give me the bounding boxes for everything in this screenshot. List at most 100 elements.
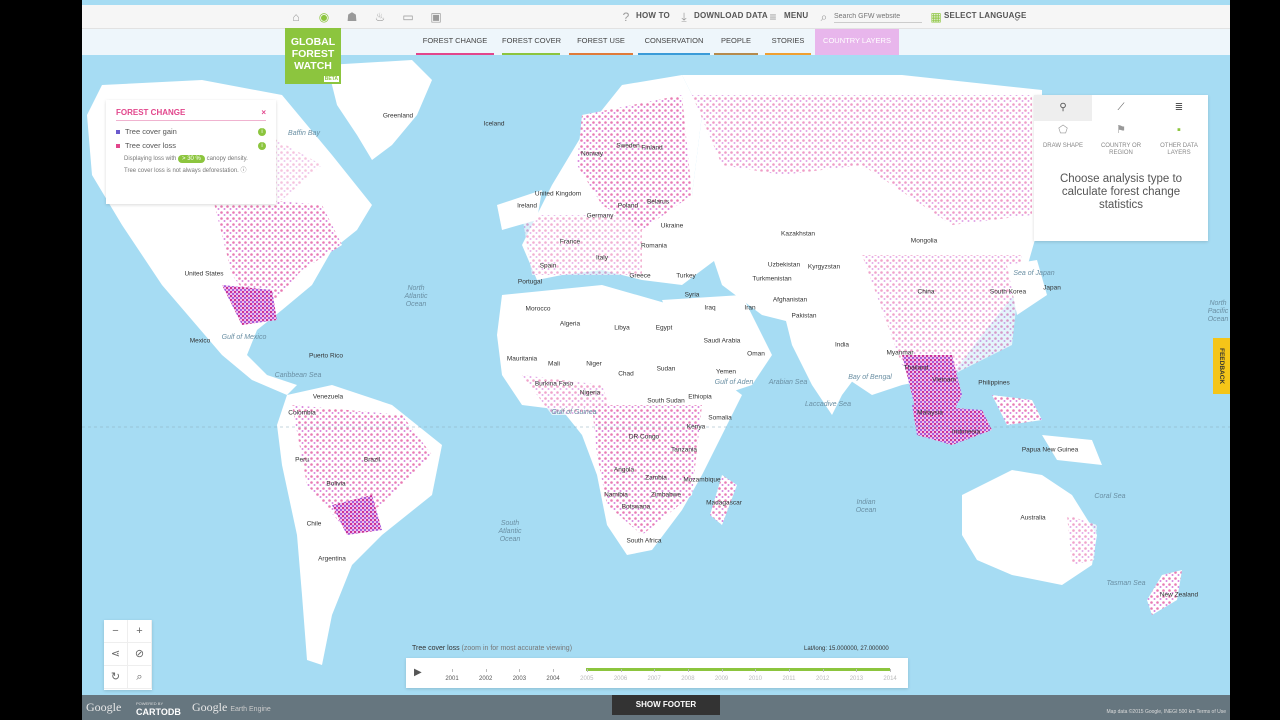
map-label-new-zealand: New Zealand (1159, 591, 1199, 599)
search-input[interactable] (834, 11, 922, 23)
timeline-year-2012[interactable]: 2012 (816, 676, 829, 682)
close-icon[interactable]: × (261, 108, 266, 117)
zoom-out-button[interactable]: − (104, 620, 128, 643)
timeline-tick (452, 669, 453, 672)
analysis-panel: ⚲ ⟋ ≣ ⬠ DRAW SHAPE ⚑ COUNTRY OR REGION ▪ OT… (1034, 95, 1208, 241)
chart-tab-icon[interactable]: ⟋ (1092, 95, 1150, 121)
feedback-tab[interactable]: FEEDBACK (1213, 338, 1230, 394)
timeline-year-2013[interactable]: 2013 (850, 676, 863, 682)
map-label-mongolia: Mongolia (910, 237, 938, 245)
tab-forest-cover[interactable]: FOREST COVER (502, 29, 561, 55)
timeline-tick (822, 669, 824, 672)
picture-icon[interactable]: ▣ (429, 10, 443, 24)
draw-shape-option[interactable]: ⬠ DRAW SHAPE (1034, 125, 1092, 157)
map-label-brazil: Brazil (363, 456, 381, 464)
map-label-colombia: Colombia (288, 409, 316, 417)
tab-forest-use[interactable]: FOREST USE (569, 29, 633, 55)
analysis-tab-icon[interactable]: ⚲ (1034, 95, 1092, 121)
loss-swatch (116, 143, 120, 148)
timeline-year-2006[interactable]: 2006 (614, 676, 627, 682)
map-label-indian-ocean: Indian Ocean (855, 499, 877, 514)
map-label-coral-sea: Coral Sea (1094, 493, 1126, 500)
map-label-north-pacific: North Pacific Ocean (1207, 300, 1229, 323)
map-label-south-atlantic: South Atlantic Ocean (498, 520, 522, 543)
timeline-tick (687, 669, 689, 672)
tab-people[interactable]: PEOPLE (714, 29, 758, 55)
map-label-zambia: Zambia (645, 474, 667, 482)
person-icon[interactable]: ☗ (345, 10, 359, 24)
hide-icon[interactable]: ⊘ (128, 643, 152, 666)
map-label-south-korea: South Korea (989, 288, 1027, 296)
map-label-iran: Iran (744, 304, 756, 312)
tab-forest-change[interactable]: FOREST CHANGE (416, 29, 494, 55)
canopy-density-badge[interactable]: > 30 % (178, 155, 205, 163)
tab-stories[interactable]: STORIES (765, 29, 811, 55)
map-label-kazakhstan: Kazakhstan (781, 230, 815, 238)
map-label-portugal: Portugal (517, 278, 543, 286)
zoom-in-button[interactable]: + (128, 620, 152, 643)
info-icon[interactable]: i (258, 141, 266, 150)
map-label-png: Papua New Guinea (1021, 446, 1079, 454)
how-to-link[interactable]: HOW TO (636, 11, 670, 20)
share-icon[interactable]: ⋖ (104, 643, 128, 666)
timeline-tick (620, 669, 622, 672)
gfw-logo[interactable]: GLOBAL FOREST WATCH BETA (285, 28, 341, 84)
other-data-layers-option[interactable]: ▪ OTHER DATA LAYERS (1150, 125, 1208, 157)
fire-icon[interactable]: ♨ (373, 10, 387, 24)
timeline-year-2003[interactable]: 2003 (513, 676, 526, 682)
map-label-sudan: Sudan (656, 365, 676, 373)
map-controls: − + ⋖ ⊘ ↻ ⌕ (104, 620, 152, 690)
show-footer-button[interactable]: SHOW FOOTER (612, 695, 720, 715)
map-label-vietnam: Vietnam (932, 376, 956, 384)
map-label-turkmenistan: Turkmenistan (752, 275, 792, 283)
timeline-year-2004[interactable]: 2004 (546, 676, 559, 682)
timeline-year-2007[interactable]: 2007 (648, 676, 661, 682)
timeline-year-2011[interactable]: 2011 (783, 676, 796, 682)
map-label-arabian-sea: Arabian Sea (768, 379, 808, 386)
reset-icon[interactable]: ↻ (104, 666, 128, 689)
truck-icon[interactable]: ▭ (401, 10, 415, 24)
map-label-philippines: Philippines (978, 379, 1010, 387)
map-label-ethiopia: Ethiopia (688, 393, 712, 401)
menu-link[interactable]: MENU (784, 11, 808, 20)
tab-conservation[interactable]: CONSERVATION (638, 29, 710, 55)
map-label-oman: Oman (747, 350, 765, 358)
map-label-ukraine: Ukraine (660, 222, 684, 230)
tab-country-layers[interactable]: COUNTRY LAYERS (815, 29, 899, 55)
timeline-range[interactable] (586, 668, 890, 671)
country-region-option[interactable]: ⚑ COUNTRY OR REGION (1092, 125, 1150, 157)
globe-icon[interactable]: ◉ (317, 10, 331, 24)
timeline-tick (553, 669, 555, 672)
timeline-year-2002[interactable]: 2002 (479, 676, 492, 682)
timeline-slider[interactable]: ▶ 2001 2002 2003 2004 2005 2006 2007 2008 2009 20… (406, 658, 908, 688)
map-label-poland: Poland (617, 202, 639, 210)
map-label-saudi: Saudi Arabia (703, 337, 741, 345)
map-label-myanmar: Myanmar (886, 349, 914, 357)
map-label-tanzania: Tanzania (670, 446, 698, 454)
map-label-botswana: Botswana (621, 503, 651, 511)
info-icon[interactable]: i (258, 127, 266, 136)
layers-tab-icon[interactable]: ≣ (1150, 95, 1208, 121)
map-label-bolivia: Bolivia (326, 480, 346, 488)
search-location-icon[interactable]: ⌕ (128, 666, 152, 689)
legend-title: FOREST CHANGE (116, 108, 186, 117)
timeline-tick (755, 669, 757, 672)
map-label-turkey: Turkey (676, 272, 696, 280)
timeline-year-2014[interactable]: 2014 (883, 676, 896, 682)
timeline-year-2005[interactable]: 2005 (580, 676, 593, 682)
map-label-kenya: Kenya (686, 423, 706, 431)
help-icon[interactable]: ⓘ (241, 168, 247, 174)
timeline-year-2008[interactable]: 2008 (681, 676, 694, 682)
map-label-caribbean: Caribbean Sea (274, 372, 322, 379)
play-icon[interactable]: ▶ (414, 667, 422, 678)
timeline-year-2009[interactable]: 2009 (715, 676, 728, 682)
timeline-track[interactable] (586, 668, 890, 671)
chevron-down-icon[interactable]: ⌄ (1010, 10, 1024, 24)
timeline-year-2010[interactable]: 2010 (749, 676, 762, 682)
download-data-link[interactable]: DOWNLOAD DATA (694, 11, 768, 20)
map-label-ireland: Ireland (517, 202, 537, 210)
home-icon[interactable]: ⌂ (289, 10, 303, 24)
map-label-indonesia: Indonesia (951, 428, 981, 436)
map-label-mexico: Mexico (189, 337, 211, 345)
timeline-year-2001[interactable]: 2001 (445, 676, 458, 682)
